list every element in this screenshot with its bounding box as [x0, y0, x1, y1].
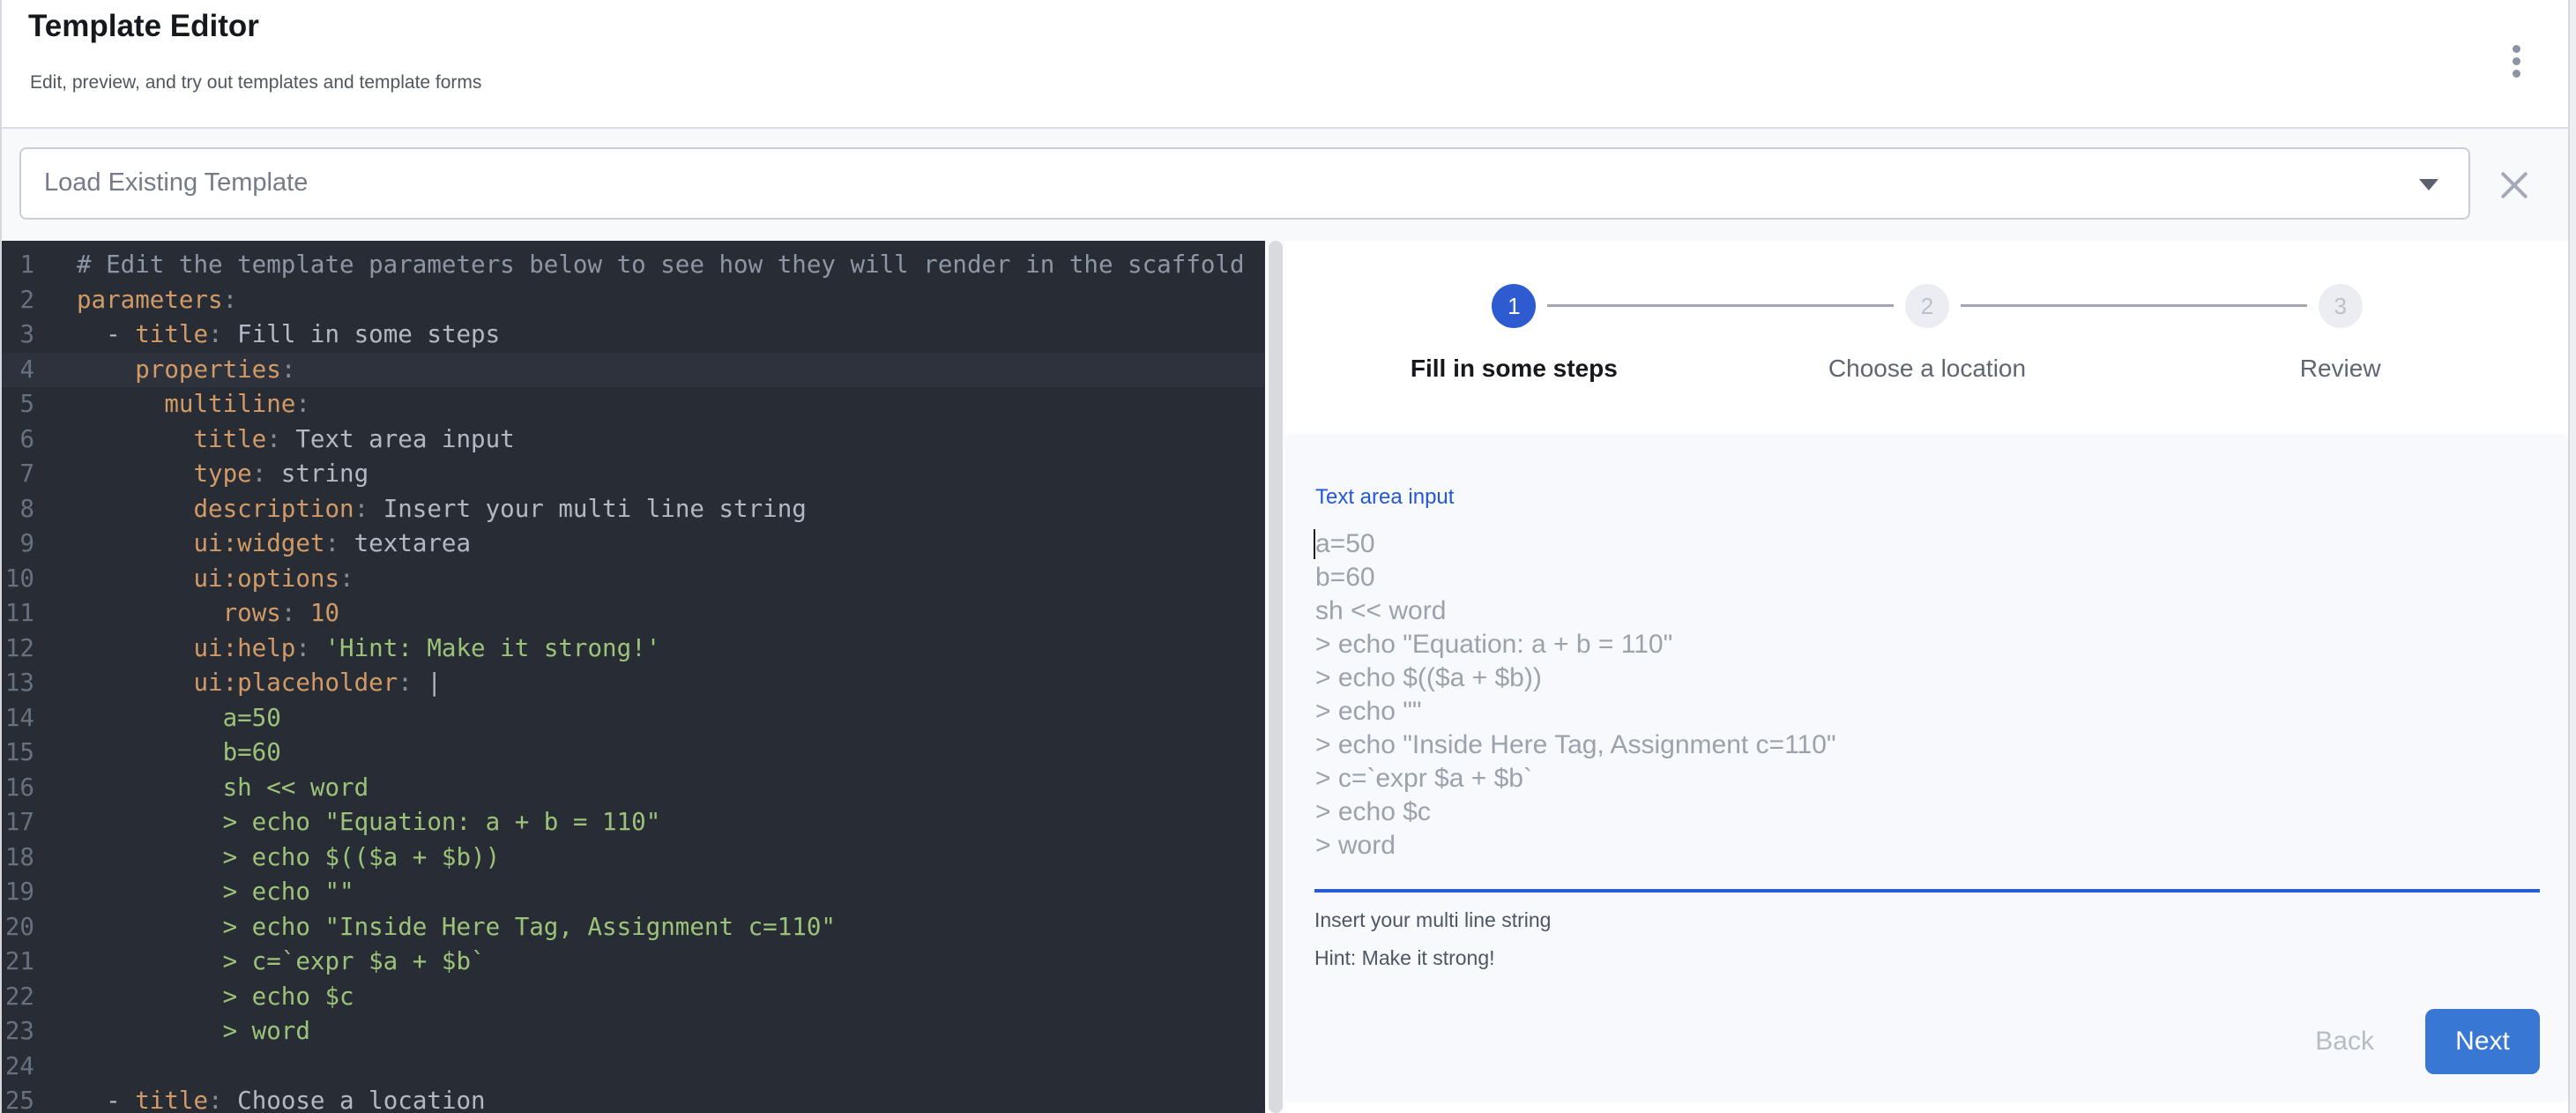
code-line[interactable]: 15 b=60 [2, 736, 1265, 771]
page-title: Template Editor [28, 9, 259, 44]
focus-underline [1314, 889, 2540, 893]
code-line[interactable]: 8 description: Insert your multi line st… [2, 492, 1265, 527]
kebab-menu-icon[interactable] [2502, 41, 2530, 90]
stepper-step[interactable]: 2 Choose a location [1721, 241, 2134, 434]
field-hint: Hint: Make it strong! [1314, 946, 1495, 970]
code-line[interactable]: 10 ui:options: [2, 562, 1265, 597]
stepper-connector [1961, 304, 2307, 307]
code-line[interactable]: 25 - title: Choose a location [2, 1084, 1265, 1113]
page-subtitle: Edit, preview, and try out templates and… [30, 72, 481, 93]
next-button[interactable]: Next [2425, 1009, 2540, 1074]
close-icon[interactable] [2495, 166, 2534, 205]
code-line[interactable]: 9 ui:widget: textarea [2, 527, 1265, 562]
step-form-card: Text area input a=50b=60sh << word> echo… [1286, 434, 2568, 1102]
step-number-badge: 3 [2319, 284, 2363, 328]
code-line[interactable]: 20 > echo "Inside Here Tag, Assignment c… [2, 910, 1265, 945]
page-header: Template Editor Edit, preview, and try o… [2, 0, 2568, 129]
code-line[interactable]: 7 type: string [2, 457, 1265, 492]
code-line[interactable]: 24 [2, 1050, 1265, 1085]
code-line[interactable]: 12 ui:help: 'Hint: Make it strong!' [2, 631, 1265, 667]
code-line[interactable]: 5 multiline: [2, 387, 1265, 422]
caret-down-icon[interactable] [2419, 179, 2438, 190]
multiline-textarea[interactable]: a=50b=60sh << word> echo "Equation: a + … [1315, 527, 2540, 863]
back-button[interactable]: Back [2306, 1027, 2383, 1057]
step-number-badge: 1 [1492, 284, 1536, 328]
template-editor-window: Template Editor Edit, preview, and try o… [0, 0, 2570, 1113]
load-template-placeholder: Load Existing Template [44, 168, 308, 198]
code-lines: 1# Edit the template parameters below to… [2, 248, 1265, 1113]
code-line[interactable]: 14 a=50 [2, 701, 1265, 736]
stepper-step[interactable]: 1 Fill in some steps [1307, 241, 1721, 434]
template-preview-pane: 1 Fill in some steps 2 Choose a location 3 Re… [1286, 241, 2568, 1113]
code-line[interactable]: 21 > c=`expr $a + $b` [2, 945, 1265, 980]
code-line[interactable]: 6 title: Text area input [2, 422, 1265, 458]
wizard-buttons: Back Next [2306, 1009, 2540, 1074]
code-line[interactable]: 11 rows: 10 [2, 596, 1265, 631]
code-line[interactable]: 19 > echo "" [2, 875, 1265, 910]
code-line[interactable]: 22 > echo $c [2, 980, 1265, 1015]
template-toolbar: Load Existing Template [2, 129, 2568, 241]
code-line[interactable]: 1# Edit the template parameters below to… [2, 248, 1265, 283]
code-line[interactable]: 23 > word [2, 1014, 1265, 1050]
code-line[interactable]: 2parameters: [2, 283, 1265, 318]
stepper-step[interactable]: 3 Review [2133, 241, 2547, 434]
yaml-code-editor[interactable]: 1# Edit the template parameters below to… [2, 241, 1265, 1113]
stepper-connector [1547, 304, 1894, 307]
code-line[interactable]: 16 sh << word [2, 771, 1265, 806]
wizard-stepper: 1 Fill in some steps 2 Choose a location 3 Re… [1286, 241, 2568, 434]
step-label: Review [2133, 355, 2547, 383]
code-line[interactable]: 18 > echo $(($a + $b)) [2, 840, 1265, 876]
code-line[interactable]: 3 - title: Fill in some steps [2, 317, 1265, 353]
field-description: Insert your multi line string [1314, 908, 1551, 932]
step-label: Choose a location [1721, 355, 2134, 383]
step-label: Fill in some steps [1307, 355, 1721, 383]
step-number-badge: 2 [1905, 284, 1949, 328]
textarea-field-label: Text area input [1315, 485, 1454, 510]
load-template-select[interactable]: Load Existing Template [19, 147, 2470, 220]
code-line[interactable]: 4 properties: [2, 353, 1265, 388]
code-line[interactable]: 13 ui:placeholder: | [2, 666, 1265, 701]
editor-scrollbar-thumb[interactable] [1269, 241, 1283, 1113]
editor-scrollbar[interactable] [1265, 241, 1286, 1113]
code-line[interactable]: 17 > echo "Equation: a + b = 110" [2, 805, 1265, 840]
